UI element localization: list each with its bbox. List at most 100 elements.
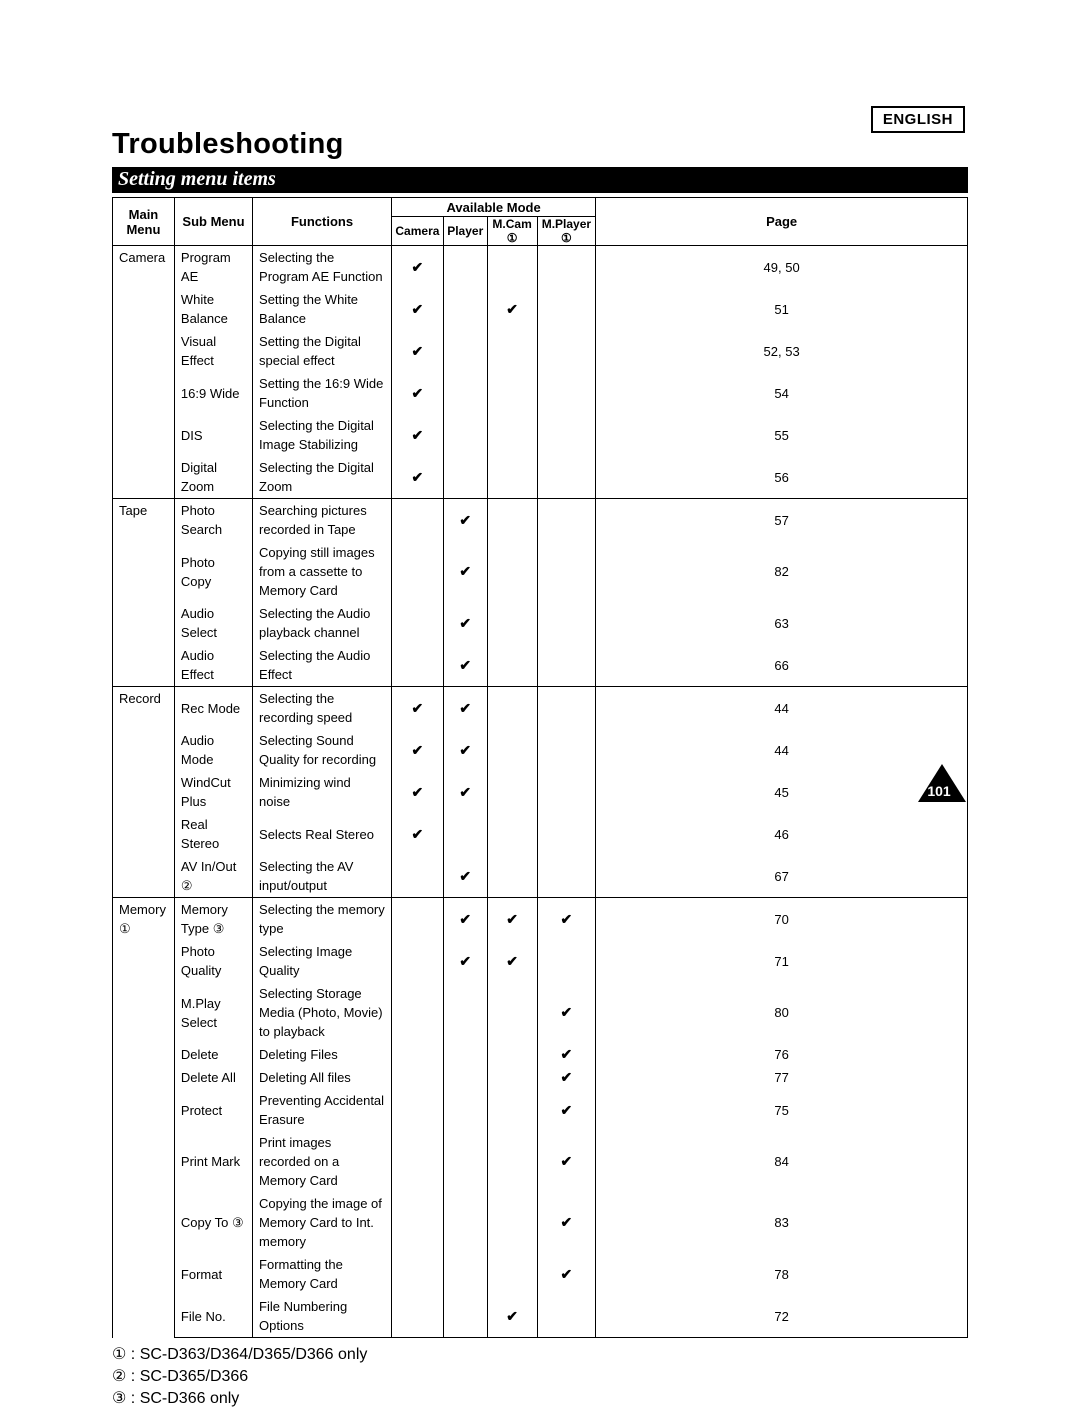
mode-cell-camera: [392, 602, 444, 644]
check-icon: ✔: [506, 301, 518, 317]
language-box: ENGLISH: [871, 106, 965, 133]
mode-cell-player: [443, 1089, 487, 1131]
check-icon: ✔: [506, 1308, 518, 1324]
page-ref-cell: 49, 50: [596, 246, 968, 289]
mode-cell-mcam: [487, 982, 537, 1043]
mode-cell-mcam: [487, 541, 537, 602]
mode-cell-mplayer: [537, 246, 596, 289]
footnote-2: ② : SC-D365/D366: [112, 1366, 968, 1388]
mode-cell-camera: [392, 1089, 444, 1131]
check-icon: ✔: [459, 563, 471, 579]
mode-cell-mplayer: ✔: [537, 982, 596, 1043]
mode-cell-player: [443, 1192, 487, 1253]
check-icon: ✔: [412, 784, 424, 800]
mode-cell-mplayer: [537, 372, 596, 414]
page-ref-cell: 56: [596, 456, 968, 499]
sub-menu-cell: AV In/Out ②: [174, 855, 252, 898]
function-cell: Copying still images from a cassette to …: [253, 541, 392, 602]
note-icon: ②: [181, 876, 193, 895]
mode-cell-camera: [392, 1192, 444, 1253]
check-icon: ✔: [459, 700, 471, 716]
footnotes: ① : SC-D363/D364/D365/D366 only ② : SC-D…: [112, 1344, 968, 1410]
table-row: White BalanceSetting the White Balance✔✔…: [113, 288, 968, 330]
mode-cell-mcam: [487, 1089, 537, 1131]
function-cell: Searching pictures recorded in Tape: [253, 499, 392, 542]
mode-cell-player: [443, 1131, 487, 1192]
table-row: File No.File Numbering Options✔72: [113, 1295, 968, 1338]
mode-cell-player: [443, 456, 487, 499]
mode-cell-mplayer: [537, 330, 596, 372]
page-ref-cell: 66: [596, 644, 968, 687]
page-ref-cell: 51: [596, 288, 968, 330]
footnote-1: ① : SC-D363/D364/D365/D366 only: [112, 1344, 968, 1366]
mode-cell-camera: ✔: [392, 246, 444, 289]
function-cell: Selecting the recording speed: [253, 687, 392, 730]
page-ref-cell: 82: [596, 541, 968, 602]
mode-cell-camera: ✔: [392, 771, 444, 813]
sub-menu-cell: Format: [174, 1253, 252, 1295]
mode-cell-mplayer: ✔: [537, 1131, 596, 1192]
mode-cell-camera: ✔: [392, 330, 444, 372]
table-row: DeleteDeleting Files✔76: [113, 1043, 968, 1066]
check-icon: ✔: [561, 1102, 573, 1118]
sub-menu-cell: White Balance: [174, 288, 252, 330]
check-icon: ✔: [561, 1069, 573, 1085]
function-cell: Selecting the AV input/output: [253, 855, 392, 898]
mode-cell-player: ✔: [443, 940, 487, 982]
table-row: Audio SelectSelecting the Audio playback…: [113, 602, 968, 644]
page-ref-cell: 80: [596, 982, 968, 1043]
mode-cell-camera: [392, 1131, 444, 1192]
page-title: Troubleshooting: [112, 128, 968, 161]
function-cell: Selecting the Audio Effect: [253, 644, 392, 687]
page-ref-cell: 83: [596, 1192, 968, 1253]
check-icon: ✔: [412, 385, 424, 401]
sub-menu-cell: Protect: [174, 1089, 252, 1131]
check-icon: ✔: [561, 1046, 573, 1062]
col-mcam: M.Cam ①: [487, 217, 537, 246]
mode-cell-mcam: [487, 1043, 537, 1066]
mode-cell-camera: ✔: [392, 414, 444, 456]
table-row: WindCut PlusMinimizing wind noise✔✔45: [113, 771, 968, 813]
section-header: Setting menu items: [112, 167, 968, 193]
page-ref-cell: 84: [596, 1131, 968, 1192]
table-row: Audio ModeSelecting Sound Quality for re…: [113, 729, 968, 771]
table-body: CameraProgram AESelecting the Program AE…: [113, 246, 968, 1338]
mode-cell-mcam: ✔: [487, 940, 537, 982]
mode-cell-mcam: ✔: [487, 288, 537, 330]
mode-cell-mcam: [487, 414, 537, 456]
mode-cell-camera: ✔: [392, 729, 444, 771]
mode-cell-player: [443, 246, 487, 289]
function-cell: Selecting the Digital Image Stabilizing: [253, 414, 392, 456]
check-icon: ✔: [412, 469, 424, 485]
mode-cell-mcam: [487, 687, 537, 730]
note-icon: ③: [213, 919, 225, 938]
mode-cell-camera: [392, 982, 444, 1043]
mode-cell-camera: [392, 1253, 444, 1295]
mode-cell-mplayer: [537, 414, 596, 456]
mode-cell-camera: [392, 499, 444, 542]
function-cell: Minimizing wind noise: [253, 771, 392, 813]
mode-cell-mplayer: [537, 940, 596, 982]
function-cell: Selecting the Program AE Function: [253, 246, 392, 289]
mode-cell-player: ✔: [443, 499, 487, 542]
sub-menu-cell: Rec Mode: [174, 687, 252, 730]
mode-cell-mcam: [487, 771, 537, 813]
mode-cell-mcam: [487, 246, 537, 289]
check-icon: ✔: [459, 512, 471, 528]
mode-cell-mplayer: [537, 288, 596, 330]
function-cell: Preventing Accidental Erasure: [253, 1089, 392, 1131]
mode-cell-player: [443, 330, 487, 372]
table-row: Print MarkPrint images recorded on a Mem…: [113, 1131, 968, 1192]
check-icon: ✔: [561, 911, 573, 927]
check-icon: ✔: [412, 427, 424, 443]
page-ref-cell: 77: [596, 1066, 968, 1089]
footnote-3: ③ : SC-D366 only: [112, 1388, 968, 1410]
mode-cell-player: [443, 982, 487, 1043]
mode-cell-mplayer: [537, 771, 596, 813]
table-row: CameraProgram AESelecting the Program AE…: [113, 246, 968, 289]
mode-cell-mplayer: ✔: [537, 1043, 596, 1066]
mode-cell-mcam: [487, 855, 537, 898]
page-ref-cell: 67: [596, 855, 968, 898]
function-cell: File Numbering Options: [253, 1295, 392, 1338]
function-cell: Deleting Files: [253, 1043, 392, 1066]
